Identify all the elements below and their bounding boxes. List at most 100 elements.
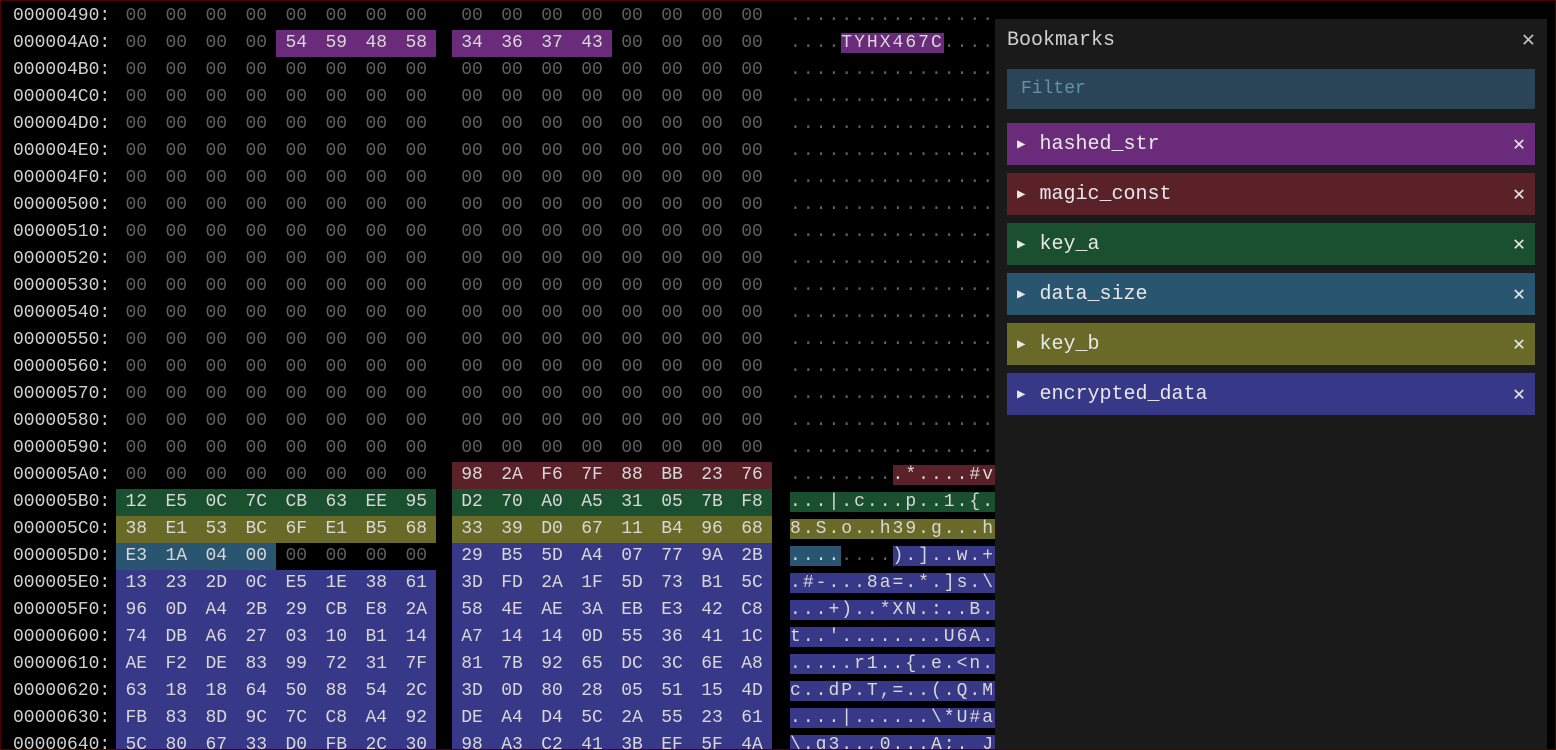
hex-byte[interactable]: 03 [276, 624, 316, 651]
hex-byte[interactable]: 31 [356, 651, 396, 678]
hex-byte[interactable]: 00 [652, 84, 692, 111]
hex-byte[interactable]: 76 [732, 462, 772, 489]
hex-byte[interactable]: 00 [692, 192, 732, 219]
hex-byte[interactable]: 00 [732, 381, 772, 408]
hex-byte[interactable]: A5 [572, 489, 612, 516]
hex-byte[interactable]: 00 [276, 57, 316, 84]
hex-byte[interactable]: 00 [452, 111, 492, 138]
hex-byte[interactable]: 00 [532, 165, 572, 192]
hex-byte[interactable]: 95 [396, 489, 436, 516]
hex-byte[interactable]: 15 [692, 678, 732, 705]
hex-byte[interactable]: E5 [276, 570, 316, 597]
hex-byte[interactable]: 00 [196, 30, 236, 57]
hex-byte[interactable]: 00 [236, 30, 276, 57]
hex-byte[interactable]: 98 [452, 732, 492, 749]
hex-byte[interactable]: 99 [276, 651, 316, 678]
hex-byte[interactable]: 61 [732, 705, 772, 732]
hex-byte[interactable]: CB [276, 489, 316, 516]
hex-byte[interactable]: E5 [156, 489, 196, 516]
hex-byte[interactable]: 05 [652, 489, 692, 516]
hex-byte[interactable]: 23 [156, 570, 196, 597]
hex-byte[interactable]: 00 [692, 3, 732, 30]
hex-byte[interactable]: 41 [572, 732, 612, 749]
hex-byte[interactable]: 00 [452, 165, 492, 192]
hex-byte[interactable]: 00 [396, 462, 436, 489]
hex-byte[interactable]: 00 [196, 381, 236, 408]
hex-byte[interactable]: 65 [572, 651, 612, 678]
hex-byte[interactable]: 00 [692, 327, 732, 354]
hex-byte[interactable]: 00 [196, 300, 236, 327]
hex-byte[interactable]: 30 [396, 732, 436, 749]
hex-byte[interactable]: 5C [572, 705, 612, 732]
hex-byte[interactable]: 28 [572, 678, 612, 705]
hex-byte[interactable]: 00 [276, 462, 316, 489]
hex-byte[interactable]: 00 [612, 435, 652, 462]
hex-byte[interactable]: 68 [732, 516, 772, 543]
hex-byte[interactable]: 5D [532, 543, 572, 570]
hex-byte[interactable]: 67 [196, 732, 236, 749]
hex-byte[interactable]: BB [652, 462, 692, 489]
hex-byte[interactable]: 00 [652, 273, 692, 300]
hex-byte[interactable]: 00 [492, 84, 532, 111]
hex-byte[interactable]: 00 [492, 300, 532, 327]
hex-byte[interactable]: 92 [396, 705, 436, 732]
hex-byte[interactable]: 00 [236, 327, 276, 354]
hex-byte[interactable]: 00 [452, 246, 492, 273]
hex-byte[interactable]: 00 [612, 57, 652, 84]
hex-byte[interactable]: 00 [276, 273, 316, 300]
hex-byte[interactable]: 00 [156, 111, 196, 138]
hex-byte[interactable]: 00 [156, 273, 196, 300]
hex-byte[interactable]: 00 [356, 3, 396, 30]
hex-byte[interactable]: 00 [276, 381, 316, 408]
hex-byte[interactable]: 00 [116, 111, 156, 138]
hex-byte[interactable]: 58 [452, 597, 492, 624]
hex-byte[interactable]: 00 [156, 138, 196, 165]
hex-byte[interactable]: 00 [732, 300, 772, 327]
hex-byte[interactable]: 00 [356, 381, 396, 408]
hex-byte[interactable]: B5 [356, 516, 396, 543]
hex-byte[interactable]: 00 [612, 300, 652, 327]
hex-byte[interactable]: 00 [452, 192, 492, 219]
hex-byte[interactable]: 00 [692, 408, 732, 435]
hex-byte[interactable]: 7B [492, 651, 532, 678]
close-icon[interactable]: ✕ [1513, 381, 1525, 407]
hex-byte[interactable]: 00 [116, 192, 156, 219]
hex-byte[interactable]: 00 [116, 138, 156, 165]
hex-byte[interactable]: 00 [156, 84, 196, 111]
hex-byte[interactable]: 14 [396, 624, 436, 651]
hex-byte[interactable]: 00 [572, 111, 612, 138]
hex-byte[interactable]: 00 [316, 165, 356, 192]
hex-byte[interactable]: 00 [156, 30, 196, 57]
hex-byte[interactable]: E1 [156, 516, 196, 543]
hex-byte[interactable]: 00 [532, 84, 572, 111]
hex-byte[interactable]: 00 [452, 219, 492, 246]
hex-byte[interactable]: 00 [276, 300, 316, 327]
hex-byte[interactable]: 00 [492, 165, 532, 192]
hex-byte[interactable]: 74 [116, 624, 156, 651]
hex-byte[interactable]: 00 [532, 435, 572, 462]
hex-byte[interactable]: 00 [316, 300, 356, 327]
hex-byte[interactable]: 00 [196, 111, 236, 138]
hex-byte[interactable]: B1 [356, 624, 396, 651]
hex-byte[interactable]: 00 [572, 273, 612, 300]
hex-byte[interactable]: 00 [396, 138, 436, 165]
hex-byte[interactable]: 00 [236, 543, 276, 570]
hex-byte[interactable]: 7C [236, 489, 276, 516]
hex-byte[interactable]: 00 [316, 327, 356, 354]
hex-byte[interactable]: 7F [396, 651, 436, 678]
hex-byte[interactable]: 00 [116, 354, 156, 381]
hex-byte[interactable]: 00 [492, 111, 532, 138]
hex-byte[interactable]: 00 [572, 354, 612, 381]
hex-byte[interactable]: 38 [356, 570, 396, 597]
hex-byte[interactable]: 00 [396, 165, 436, 192]
hex-byte[interactable]: 00 [196, 138, 236, 165]
hex-byte[interactable]: 00 [276, 84, 316, 111]
hex-byte[interactable]: 00 [236, 3, 276, 30]
hex-byte[interactable]: 00 [236, 84, 276, 111]
hex-byte[interactable]: 00 [572, 435, 612, 462]
hex-byte[interactable]: 00 [396, 3, 436, 30]
hex-byte[interactable]: 1E [316, 570, 356, 597]
hex-byte[interactable]: 00 [652, 138, 692, 165]
hex-byte[interactable]: 00 [732, 30, 772, 57]
hex-byte[interactable]: 00 [236, 138, 276, 165]
